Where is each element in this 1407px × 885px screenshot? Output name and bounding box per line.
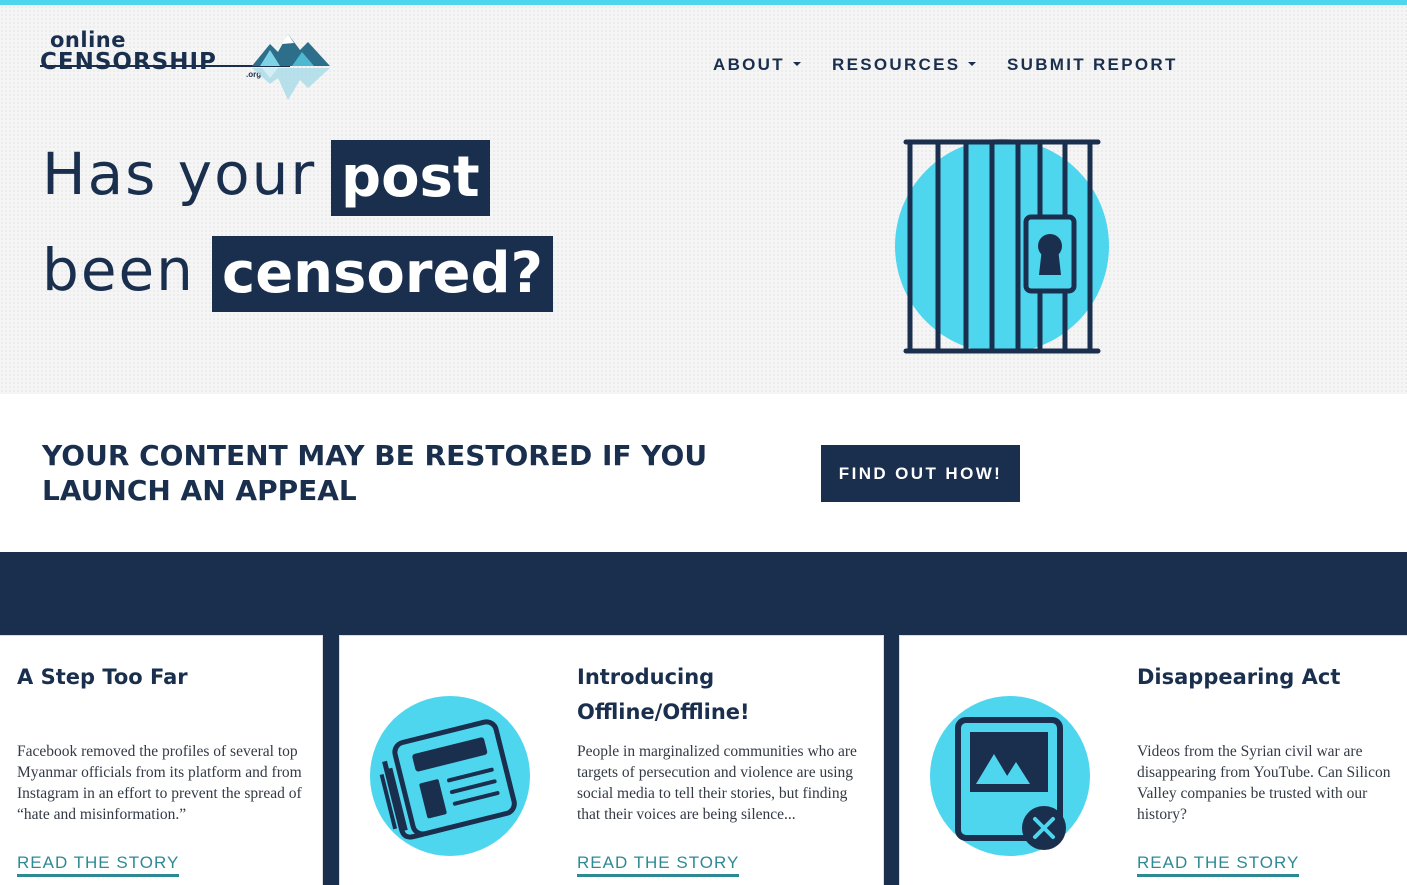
story-card: A Step Too Far Facebook removed the prof…	[0, 635, 323, 885]
chevron-down-icon	[792, 61, 801, 66]
card-excerpt: Videos from the Syrian civil war are dis…	[1137, 743, 1391, 823]
jail-lock-icon	[895, 139, 1109, 354]
deleted-image-icon	[930, 696, 1090, 856]
read-story-link[interactable]: READ THE STORY	[1137, 853, 1300, 877]
headline-line1-prefix: Has your	[42, 140, 317, 208]
story-card: Introducing Offline/Offline! People in m…	[339, 635, 884, 885]
logo-text-censorship: CENSORSHIP	[40, 49, 217, 75]
nav-about-label: ABOUT	[713, 55, 785, 74]
card-excerpt: People in marginalized communities who a…	[577, 743, 857, 823]
card-excerpt: Facebook removed the profiles of several…	[17, 743, 302, 823]
story-card: Disappearing Act Videos from the Syrian …	[899, 635, 1407, 885]
site-logo[interactable]: online CENSORSHIP .org	[40, 28, 340, 108]
headline-highlight-censored: censored?	[212, 236, 554, 312]
headline-line2-prefix: been	[42, 236, 195, 304]
chevron-down-icon	[968, 61, 977, 66]
read-story-link[interactable]: READ THE STORY	[577, 853, 740, 877]
read-story-link[interactable]: READ THE STORY	[17, 853, 180, 877]
newspaper-icon	[370, 696, 530, 856]
nav-resources-label: RESOURCES	[832, 55, 961, 74]
appeal-heading: YOUR CONTENT MAY BE RESTORED IF YOU LAUN…	[42, 439, 708, 507]
find-out-how-button[interactable]: FIND OUT HOW!	[821, 445, 1020, 502]
nav-submit-report[interactable]: SUBMIT REPORT	[1007, 55, 1178, 75]
card-title: Introducing Offline/Offline!	[577, 665, 750, 724]
card-title: A Step Too Far	[17, 665, 188, 689]
nav-resources[interactable]: RESOURCES	[832, 55, 977, 75]
mountain-logo-icon	[252, 34, 330, 100]
card-title: Disappearing Act	[1137, 665, 1341, 689]
nav-about[interactable]: ABOUT	[713, 55, 801, 75]
headline-highlight-post: post	[331, 140, 490, 216]
